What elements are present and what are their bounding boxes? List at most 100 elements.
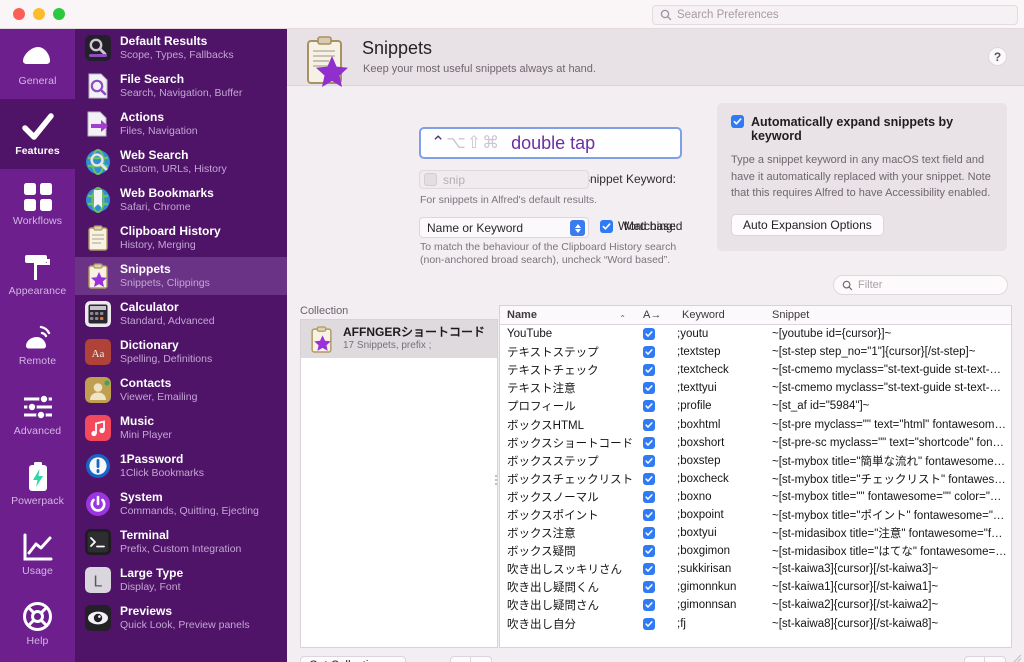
minimize-window-button[interactable] [33, 8, 45, 20]
add-snippet-button[interactable]: + [964, 656, 985, 662]
column-header-sn[interactable]: Snippet [765, 309, 1011, 321]
rail-item-general[interactable]: General [0, 29, 75, 99]
window-resize-handle[interactable] [1011, 650, 1022, 661]
table-row[interactable]: テキストステップ;textstep~[st-step step_no="1"]{… [500, 343, 1011, 361]
matching-select[interactable]: Name or Keyword [419, 217, 589, 238]
table-row[interactable]: 吹き出し自分;fj~[st-kaiwa8]{cursor}[/st-kaiwa8… [500, 615, 1011, 633]
clipboard-star-icon [308, 326, 335, 353]
snippet-name: ボックス注意 [500, 525, 636, 541]
table-row[interactable]: 吹き出し疑問さん;gimonnsan~[st-kaiwa2]{cursor}[/… [500, 596, 1011, 614]
chevron-updown-icon[interactable] [570, 220, 585, 236]
feature-item-dictionary[interactable]: AaDictionarySpelling, Definitions [75, 333, 287, 371]
column-header-name[interactable]: Name⌃ [500, 309, 636, 321]
table-row[interactable]: プロフィール;profile~[st_af id="5984"]~ [500, 397, 1011, 415]
table-row[interactable]: 吹き出し疑問くん;gimonnkun~[st-kaiwa1]{cursor}[/… [500, 578, 1011, 596]
rail-item-help[interactable]: Help [0, 589, 75, 659]
snippet-auto-expand-checkbox[interactable] [636, 346, 675, 358]
table-row[interactable]: YouTube;youtu~[youtube id={cursor}]~ [500, 325, 1011, 343]
snippet-auto-expand-checkbox[interactable] [636, 382, 675, 394]
feature-item-actions[interactable]: ActionsFiles, Navigation [75, 105, 287, 143]
auto-expansion-options-button[interactable]: Auto Expansion Options [731, 214, 884, 236]
table-row[interactable]: ボックスポイント;boxpoint~[st-mybox title="ポイント"… [500, 506, 1011, 524]
feature-item-web-bookmarks[interactable]: Web BookmarksSafari, Chrome [75, 181, 287, 219]
remove-snippet-button[interactable]: − [985, 656, 1006, 662]
filter-input[interactable]: Filter [833, 275, 1008, 295]
search-preferences-input[interactable]: Search Preferences [652, 5, 1018, 25]
snippet-auto-expand-checkbox[interactable] [636, 509, 675, 521]
snippet-auto-expand-checkbox[interactable] [636, 491, 675, 503]
table-row[interactable]: ボックス注意;boxtyui~[st-midasibox title="注意" … [500, 524, 1011, 542]
rail-item-advanced[interactable]: Advanced [0, 379, 75, 449]
help-button[interactable]: ? [988, 47, 1007, 66]
feature-item-system[interactable]: SystemCommands, Quitting, Ejecting [75, 485, 287, 523]
feature-item-large-type[interactable]: LLarge TypeDisplay, Font [75, 561, 287, 599]
snippet-keyword: ;boxshort [675, 437, 765, 449]
table-row[interactable]: テキスト注意;texttyui~[st-cmemo myclass="st-te… [500, 379, 1011, 397]
checkbox-checked-icon [643, 545, 655, 557]
rail-item-workflows[interactable]: Workflows [0, 169, 75, 239]
table-row[interactable]: ボックス疑問;boxgimon~[st-midasibox title="はてな… [500, 542, 1011, 560]
table-row[interactable]: ボックスHTML;boxhtml~[st-pre myclass="" text… [500, 415, 1011, 433]
column-header-kw[interactable]: Keyword [675, 309, 765, 321]
collection-item[interactable]: AFFNGERショートコード17 Snippets, prefix ; [301, 320, 497, 358]
table-row[interactable]: ボックスノーマル;boxno~[st-mybox title="" fontaw… [500, 488, 1011, 506]
snippet-body: ~[st-cmemo myclass="st-text-guide st-tex… [765, 382, 1011, 394]
snippet-add-remove-group: + − [964, 656, 1006, 662]
matching-hint-line2: (non-anchored broad search), uncheck “Wo… [420, 253, 670, 267]
rail-item-features[interactable]: Features [0, 99, 75, 169]
column-header-ax[interactable]: A→ [636, 309, 675, 321]
feature-item-clipboard-history[interactable]: Clipboard HistoryHistory, Merging [75, 219, 287, 257]
rail-item-appearance[interactable]: Appearance [0, 239, 75, 309]
snippet-auto-expand-checkbox[interactable] [636, 455, 675, 467]
get-collections-button[interactable]: Get Collections... [300, 656, 406, 662]
word-based-checkbox[interactable]: Word based [600, 219, 682, 233]
chart-line-icon [21, 532, 55, 562]
column-header-label: A→ [643, 309, 661, 321]
table-row[interactable]: テキストチェック;textcheck~[st-cmemo myclass="st… [500, 361, 1011, 379]
snippet-keyword: ;youtu [675, 328, 765, 340]
feature-item-web-search[interactable]: Web SearchCustom, URLs, History [75, 143, 287, 181]
snippet-auto-expand-checkbox[interactable] [636, 563, 675, 575]
feature-item-file-search[interactable]: File SearchSearch, Navigation, Buffer [75, 67, 287, 105]
rail-item-label: Appearance [9, 285, 67, 297]
rail-item-powerpack[interactable]: Powerpack [0, 449, 75, 519]
table-row[interactable]: 吹き出しスッキリさん;sukkirisan~[st-kaiwa3]{cursor… [500, 560, 1011, 578]
auto-expand-checkbox[interactable]: Automatically expand snippets by keyword [731, 115, 993, 143]
feature-item-terminal[interactable]: TerminalPrefix, Custom Integration [75, 523, 287, 561]
snippet-auto-expand-checkbox[interactable] [636, 545, 675, 557]
close-window-button[interactable] [13, 8, 25, 20]
snippet-auto-expand-checkbox[interactable] [636, 599, 675, 611]
snippets-table[interactable]: Name⌃ A→ KeywordSnippet YouTube;youtu~[you… [499, 305, 1012, 648]
feature-item-previews[interactable]: PreviewsQuick Look, Preview panels [75, 599, 287, 637]
snippet-keyword-checkbox[interactable] [424, 173, 437, 186]
snippet-auto-expand-checkbox[interactable] [636, 328, 675, 340]
feature-item-calculator[interactable]: CalculatorStandard, Advanced [75, 295, 287, 333]
feature-item-snippets[interactable]: SnippetsSnippets, Clippings [75, 257, 287, 295]
snippet-auto-expand-checkbox[interactable] [636, 400, 675, 412]
remove-collection-button[interactable]: − [471, 656, 492, 662]
feature-item-contacts[interactable]: ContactsViewer, Emailing [75, 371, 287, 409]
table-row[interactable]: ボックスチェックリスト;boxcheck~[st-mybox title="チェ… [500, 470, 1011, 488]
snippet-auto-expand-checkbox[interactable] [636, 527, 675, 539]
snippet-auto-expand-checkbox[interactable] [636, 473, 675, 485]
table-row[interactable]: ボックスステップ;boxstep~[st-mybox title="簡単な流れ"… [500, 452, 1011, 470]
feature-item-default-results[interactable]: Default ResultsScope, Types, Fallbacks [75, 29, 287, 67]
table-row[interactable]: ボックスショートコード;boxshort~[st-pre-sc myclass=… [500, 434, 1011, 452]
add-collection-button[interactable]: + [450, 656, 471, 662]
snippet-auto-expand-checkbox[interactable] [636, 419, 675, 431]
rail-item-remote[interactable]: Remote [0, 309, 75, 379]
collection-list[interactable]: AFFNGERショートコード17 Snippets, prefix ; [300, 319, 498, 648]
snippet-auto-expand-checkbox[interactable] [636, 437, 675, 449]
terminal-icon [85, 529, 111, 555]
snippet-keyword-field[interactable]: snip [419, 170, 589, 189]
zoom-window-button[interactable] [53, 8, 65, 20]
snippet-auto-expand-checkbox[interactable] [636, 581, 675, 593]
collection-header: Collection [300, 305, 348, 317]
feature-item-music[interactable]: MusicMini Player [75, 409, 287, 447]
checkbox-checked-icon [643, 382, 655, 394]
snippet-auto-expand-checkbox[interactable] [636, 618, 675, 630]
snippet-auto-expand-checkbox[interactable] [636, 364, 675, 376]
rail-item-usage[interactable]: Usage [0, 519, 75, 589]
feature-item-1password[interactable]: 1Password1Click Bookmarks [75, 447, 287, 485]
viewer-hotkey-field[interactable]: ⌃ ⌥ ⇧ ⌘ double tap [419, 127, 682, 159]
